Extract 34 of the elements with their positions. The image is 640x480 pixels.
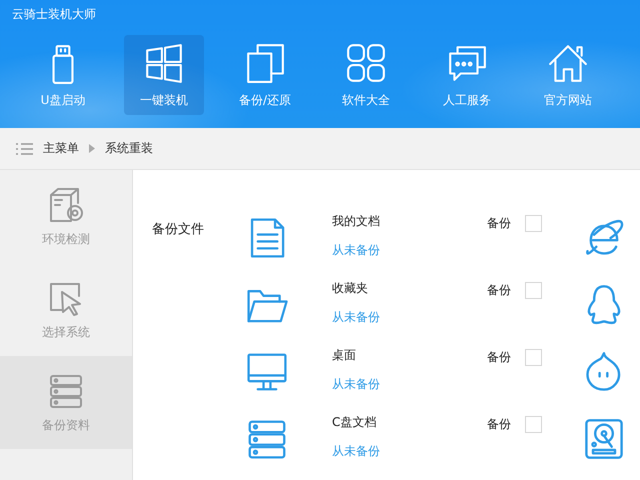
checkbox[interactable] <box>525 282 542 299</box>
section-title: 备份文件 <box>152 221 205 238</box>
sidebar-item[interactable]: 备份资料 <box>0 356 132 449</box>
sidebar-item[interactable]: 选择系统 <box>0 263 132 356</box>
sidebar-item[interactable]: 环境检测 <box>0 170 132 263</box>
checkbox-label: 备份 <box>487 215 511 232</box>
apps-grid-icon <box>345 42 387 84</box>
checkbox[interactable] <box>525 349 542 366</box>
toolbar-button[interactable]: U盘启动 <box>13 35 113 115</box>
copy-icon <box>244 42 286 84</box>
arrow-right-icon <box>89 144 95 153</box>
windows-icon <box>143 42 185 84</box>
item-name: 桌面 <box>332 347 356 364</box>
toolbar-button[interactable]: 人工服务 <box>417 35 517 115</box>
backup-status-link[interactable]: 从未备份 <box>332 443 380 460</box>
checkbox-label: 备份 <box>487 349 511 366</box>
toolbar-button[interactable]: 官方网站 <box>518 35 618 115</box>
menu-icon[interactable] <box>16 142 33 154</box>
checkbox-label: 备份 <box>487 282 511 299</box>
item-name: 收藏夹 <box>332 280 368 297</box>
breadcrumb-link[interactable]: 系统重装 <box>105 140 153 157</box>
toolbar-button[interactable]: 备份/还原 <box>215 35 315 115</box>
backup-status-link[interactable]: 从未备份 <box>332 242 380 259</box>
window-title: 云骑士装机大师 <box>11 6 96 23</box>
toolbar-button[interactable]: 一键装机 <box>124 35 204 115</box>
checkbox-label: 备份 <box>487 416 511 433</box>
item-name: 我的文档 <box>332 213 380 230</box>
backup-status-link[interactable]: 从未备份 <box>332 309 380 326</box>
toolbar-button[interactable]: 软件大全 <box>316 35 416 115</box>
breadcrumb-link[interactable]: 主菜单 <box>43 140 79 157</box>
item-name: C盘文档 <box>332 414 376 431</box>
checkbox[interactable] <box>525 215 542 232</box>
backup-status-link[interactable]: 从未备份 <box>332 376 380 393</box>
checkbox[interactable] <box>525 416 542 433</box>
